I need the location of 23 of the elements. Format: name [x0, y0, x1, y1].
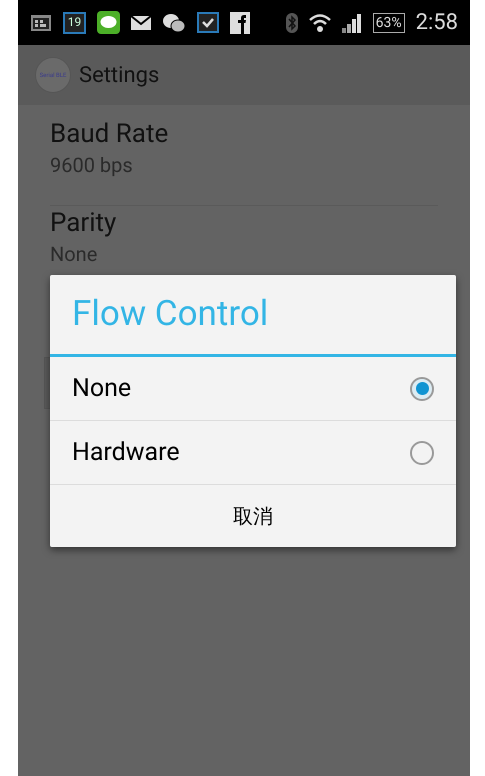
setting-summary: None: [50, 241, 98, 268]
radio-button[interactable]: [410, 440, 434, 464]
wifi-icon: [308, 12, 331, 32]
radio-option[interactable]: Hardware: [50, 421, 456, 485]
cancel-button[interactable]: 取消: [50, 485, 456, 547]
grid-icon: [30, 14, 52, 32]
mail-icon: [131, 16, 151, 30]
battery-level: 63%: [372, 12, 405, 32]
chat-bubble-icon: [97, 11, 120, 34]
calendar-icon: 19: [63, 12, 86, 34]
checkbox-icon: [197, 12, 219, 33]
setting-summary: 9600 bps: [50, 152, 134, 179]
f-logo-icon: [230, 12, 250, 34]
clock: 2:58: [416, 9, 458, 37]
bluetooth-icon: [286, 12, 298, 32]
radio-button[interactable]: [410, 376, 434, 400]
setting-title: Baud Rate: [50, 118, 170, 151]
dialog-title: Flow Control: [50, 275, 456, 357]
setting-title: Parity: [50, 207, 118, 240]
screen-title: Settings: [79, 62, 160, 90]
chat-icon: [162, 12, 186, 32]
signal-icon: [342, 12, 362, 32]
radio-option[interactable]: None: [50, 357, 456, 421]
